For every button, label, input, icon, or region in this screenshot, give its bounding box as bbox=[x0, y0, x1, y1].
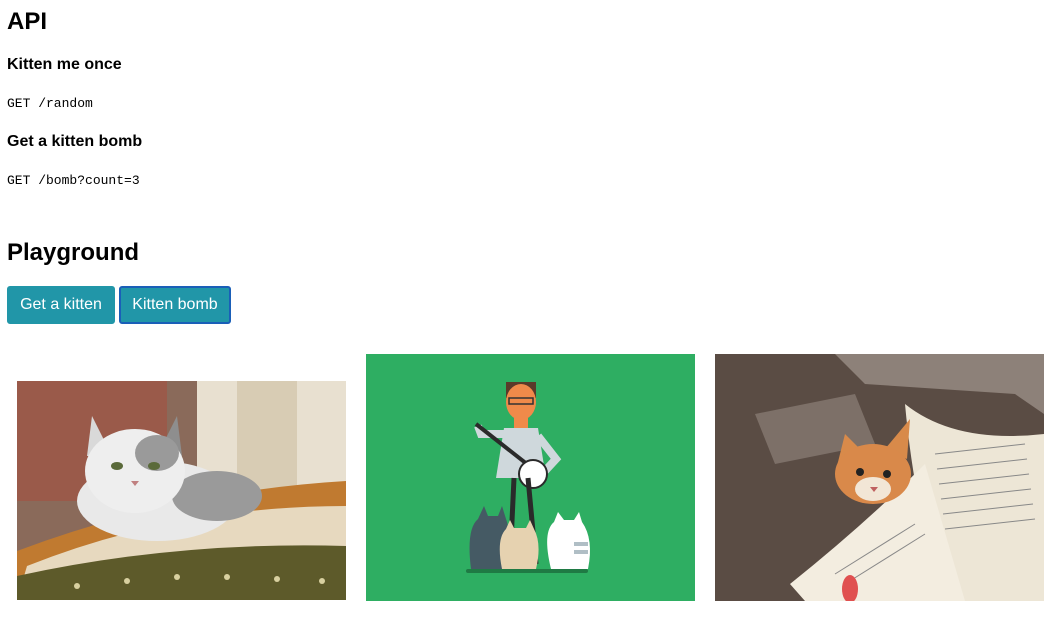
endpoint-code-bomb: GET /bomb?count=3 bbox=[7, 173, 140, 188]
cat-with-book-image bbox=[715, 354, 1044, 601]
endpoint-heading-bomb: Get a kitten bomb bbox=[7, 133, 143, 150]
banjo-illustration-image bbox=[366, 354, 695, 601]
endpoint-code-random: GET /random bbox=[7, 96, 93, 111]
playground-heading: Playground bbox=[7, 239, 140, 266]
get-a-kitten-button[interactable]: Get a kitten bbox=[7, 286, 115, 324]
cat-in-basket-image bbox=[17, 381, 346, 600]
endpoint-heading-random: Kitten me once bbox=[7, 56, 122, 73]
api-heading: API bbox=[7, 8, 48, 35]
kitten-bomb-button[interactable]: Kitten bomb bbox=[119, 286, 231, 324]
